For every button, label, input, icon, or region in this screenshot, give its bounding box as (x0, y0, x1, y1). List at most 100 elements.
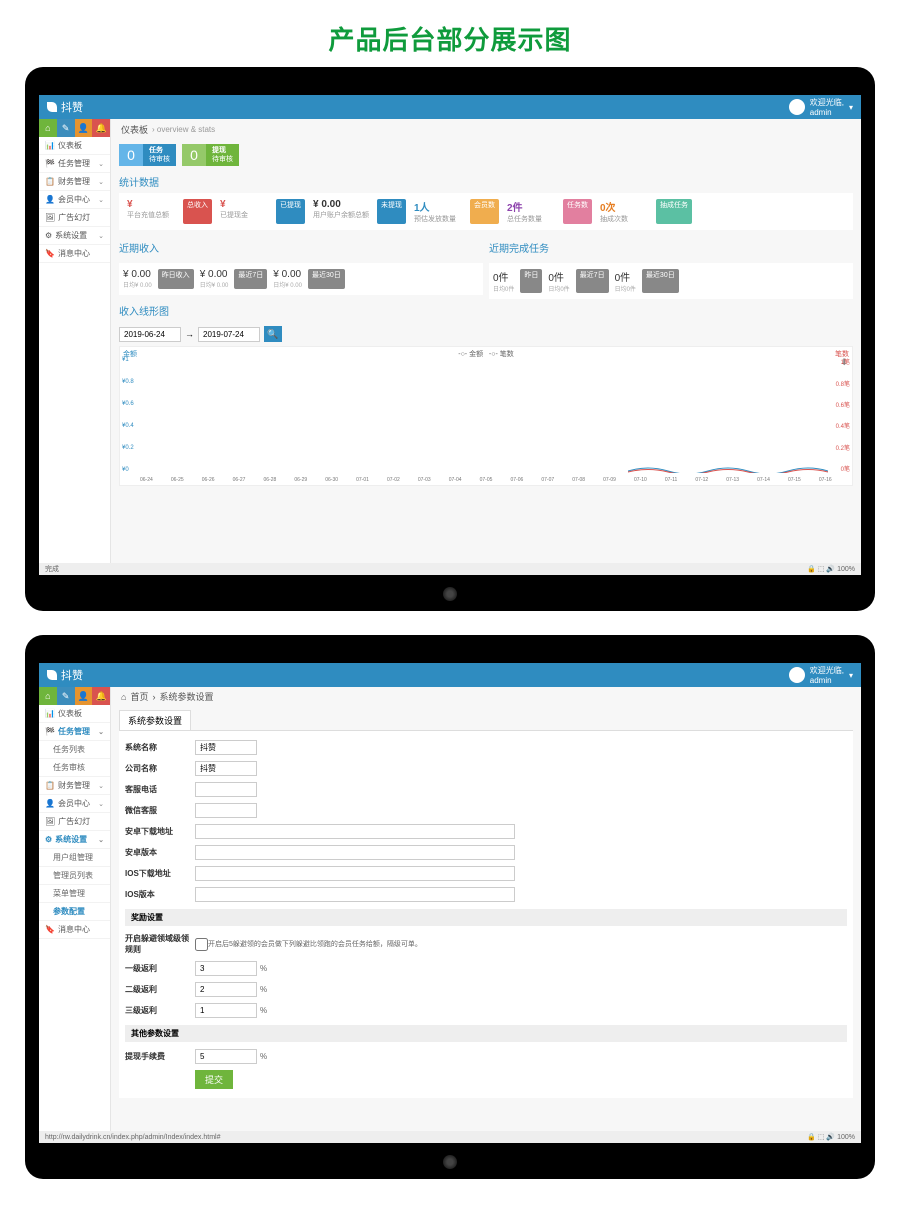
menu-icon: 🏁 (45, 159, 55, 168)
chevron-down-icon[interactable]: ▾ (849, 671, 853, 680)
level2-input[interactable] (195, 982, 257, 997)
stat-box: 0提现待审核 (182, 144, 239, 166)
level1-input[interactable] (195, 961, 257, 976)
menu-icon: 🔖 (45, 249, 55, 258)
toolbar-edit-button[interactable]: ✎ (57, 119, 75, 137)
chevron-down-icon: ⌄ (98, 728, 104, 736)
toolbar-edit-button[interactable]: ✎ (57, 687, 75, 705)
avatar (789, 99, 805, 115)
date-range-row: → 🔍 (119, 326, 853, 342)
yaxis-left: ¥1¥0.8¥0.6¥0.4¥0.2¥0 (122, 357, 134, 473)
search-button[interactable]: 🔍 (264, 326, 282, 342)
android-ver-input[interactable] (195, 845, 515, 860)
menu-icon: 📊 (45, 141, 55, 150)
period-left-row: ¥ 0.00日均¥ 0.00昨日收入¥ 0.00日均¥ 0.00最近7日¥ 0.… (119, 263, 483, 295)
android-url-input[interactable] (195, 824, 515, 839)
sidebar-subitem[interactable]: 菜单管理 (39, 885, 110, 903)
stat-boxes: 0任务待审核0提现待审核 (119, 144, 853, 166)
brand: 抖赞 (47, 667, 83, 683)
page-heading: 产品后台部分展示图 (0, 0, 900, 67)
stats-title: 统计数据 (119, 170, 853, 193)
sidebar-item[interactable]: 🔖消息中心 (39, 245, 110, 263)
menu-icon: 📋 (45, 177, 55, 186)
sidebar-item[interactable]: ⚙系统设置⌄ (39, 227, 110, 245)
period-cell: 0件日均0件 (615, 269, 636, 293)
sidebar-item[interactable]: 🖼广告幻灯 (39, 813, 110, 831)
sidebar-item[interactable]: 🏁任务管理⌄ (39, 723, 110, 741)
wechat-input[interactable] (195, 803, 257, 818)
toolbar-home-button[interactable]: ⌂ (39, 119, 57, 137)
level3-input[interactable] (195, 1003, 257, 1018)
chevron-down-icon: ⌄ (98, 782, 104, 790)
monitor-dashboard: 抖赞 欢迎光临,admin ▾ ⌂ ✎ 👤 🔔 📊仪表板🏁任务管理⌄📋财务管理⌄… (25, 67, 875, 611)
breadcrumb-home[interactable]: 首页 (130, 690, 148, 703)
breadcrumb-title: 仪表板 (121, 123, 148, 136)
period-cell: ¥ 0.00日均¥ 0.00 (200, 269, 229, 289)
kpi-badge: 总收入 (183, 199, 212, 224)
status-right: 🔒 ⬚ 🔊 100% (807, 565, 855, 573)
period-cell: ¥ 0.00日均¥ 0.00 (273, 269, 302, 289)
chevron-down-icon[interactable]: ▾ (849, 103, 853, 112)
chevron-down-icon: ⌄ (98, 232, 104, 240)
sidebar-item[interactable]: 📊仪表板 (39, 705, 110, 723)
statusbar: http://rw.dailydrink.cn/index.php/admin/… (39, 1131, 861, 1143)
period-badge: 最近30日 (308, 269, 345, 289)
system-name-input[interactable] (195, 740, 257, 755)
kpi-badge: 抽成任务 (656, 199, 692, 224)
status-left: 完成 (45, 564, 59, 574)
tab-settings[interactable]: 系统参数设置 (119, 710, 191, 730)
chevron-down-icon: ⌄ (98, 196, 104, 204)
reward-rule-checkbox[interactable] (195, 938, 208, 951)
toolbar-bell-button[interactable]: 🔔 (92, 687, 110, 705)
sidebar-item[interactable]: 🖼广告幻灯 (39, 209, 110, 227)
sidebar-item[interactable]: 👤会员中心⌄ (39, 191, 110, 209)
sidebar-subitem[interactable]: 用户组管理 (39, 849, 110, 867)
chevron-down-icon: ⌄ (98, 836, 104, 844)
toolbar-user-button[interactable]: 👤 (75, 687, 93, 705)
date-to-input[interactable] (198, 327, 260, 342)
welcome-text: 欢迎光临, (810, 98, 844, 107)
ios-url-input[interactable] (195, 866, 515, 881)
ios-ver-input[interactable] (195, 887, 515, 902)
group-other: 其他参数设置 (125, 1025, 847, 1042)
chevron-down-icon: ⌄ (98, 160, 104, 168)
sidebar-subitem[interactable]: 任务列表 (39, 741, 110, 759)
topbar: 抖赞 欢迎光临,admin ▾ (39, 95, 861, 119)
sidebar: ⌂ ✎ 👤 🔔 📊仪表板🏁任务管理⌄任务列表任务审核📋财务管理⌄👤会员中心⌄🖼广… (39, 687, 111, 1143)
toolbar-user-button[interactable]: 👤 (75, 119, 93, 137)
period-cell: ¥ 0.00日均¥ 0.00 (123, 269, 152, 289)
phone-input[interactable] (195, 782, 257, 797)
period-badge: 最近7日 (576, 269, 609, 293)
menu-icon: 📊 (45, 709, 55, 718)
chart-legend: -○- 金额 -○- 笔数 (458, 349, 514, 359)
chart-line (628, 465, 828, 473)
xaxis: 06-2406-2506-2606-2706-2806-2906-3007-01… (140, 477, 832, 483)
breadcrumb-sub: overview & stats (157, 125, 215, 134)
company-input[interactable] (195, 761, 257, 776)
sidebar-item[interactable]: ⚙系统设置⌄ (39, 831, 110, 849)
sidebar-item[interactable]: 🔖消息中心 (39, 921, 110, 939)
sidebar-subitem[interactable]: 管理员列表 (39, 867, 110, 885)
user-area[interactable]: 欢迎光临,admin ▾ (789, 97, 853, 117)
toolbar-bell-button[interactable]: 🔔 (92, 119, 110, 137)
user-area[interactable]: 欢迎光临,admin ▾ (789, 665, 853, 685)
date-from-input[interactable] (119, 327, 181, 342)
home-icon[interactable]: ⌂ (121, 692, 126, 702)
sidebar-item[interactable]: 🏁任务管理⌄ (39, 155, 110, 173)
fee-input[interactable] (195, 1049, 257, 1064)
sidebar-item[interactable]: 👤会员中心⌄ (39, 795, 110, 813)
toolbar-home-button[interactable]: ⌂ (39, 687, 57, 705)
sidebar-item[interactable]: 📊仪表板 (39, 137, 110, 155)
sidebar-subitem[interactable]: 参数配置 (39, 903, 110, 921)
user-name: admin (810, 108, 832, 117)
period-right-row: 0件日均0件昨日0件日均0件最近7日0件日均0件最近30日 (489, 263, 853, 299)
kpi-cell: 1人预估发放数量 (410, 199, 466, 224)
period-cell: 0件日均0件 (493, 269, 514, 293)
statusbar: 完成 🔒 ⬚ 🔊 100% (39, 563, 861, 575)
sidebar-subitem[interactable]: 任务审核 (39, 759, 110, 777)
sidebar-item[interactable]: 📋财务管理⌄ (39, 777, 110, 795)
submit-button[interactable]: 提交 (195, 1070, 233, 1089)
period-badge: 昨日 (520, 269, 542, 293)
menu-icon: 🏁 (45, 727, 55, 736)
sidebar-item[interactable]: 📋财务管理⌄ (39, 173, 110, 191)
